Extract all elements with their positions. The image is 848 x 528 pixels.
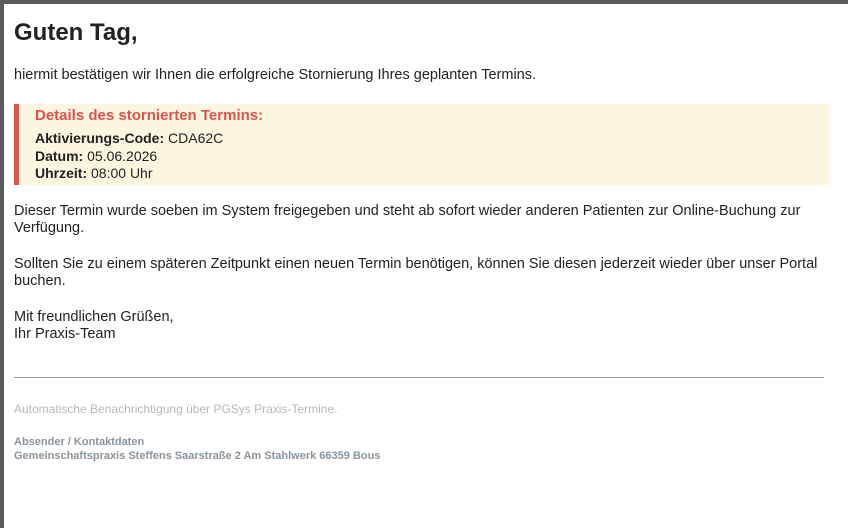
intro-text: hiermit bestätigen wir Ihnen die erfolgr… <box>14 67 537 83</box>
footer-divider <box>14 376 824 378</box>
code-label: Aktivierungs-Code: <box>35 130 165 146</box>
window-frame-top <box>0 0 848 4</box>
greeting-heading: Guten Tag, <box>14 19 138 46</box>
email-body: Guten Tag, hiermit bestätigen wir Ihnen … <box>14 16 829 463</box>
automatic-notification-note: Automatische Benachrichtigung über PGSys… <box>14 401 338 416</box>
cancelled-appointment-details: Details des stornierten Termins: Aktivie… <box>14 104 829 185</box>
detail-row-time: Uhrzeit: 08:00 Uhr <box>35 165 819 183</box>
detail-row-date: Datum: 05.06.2026 <box>35 148 819 166</box>
details-title: Details des stornierten Termins: <box>35 107 264 124</box>
closing-line-2: Ihr Praxis-Team <box>14 326 116 342</box>
window-frame-left <box>0 0 4 528</box>
detail-row-code: Aktivierungs-Code: CDA62C <box>35 130 819 148</box>
time-value: 08:00 Uhr <box>91 165 153 181</box>
closing-line-1: Mit freundlichen Grüßen, <box>14 308 174 325</box>
time-label: Uhrzeit: <box>35 165 88 181</box>
closing: Mit freundlichen Grüßen, Ihr Praxis-Team <box>14 309 824 344</box>
date-label: Datum: <box>35 147 84 164</box>
sender-label: Absender / Kontaktdaten <box>14 435 145 448</box>
rebooking-paragraph: Sollten Sie zu einem späteren Zeitpunkt … <box>14 255 818 290</box>
availability-paragraph: Dieser Termin wurde soeben im System fre… <box>14 202 801 237</box>
date-value: 05.06.2026 <box>87 147 158 164</box>
sender-address: Gemeinschaftspraxis Steffens Saarstraße … <box>14 449 381 462</box>
code-value: CDA62C <box>168 130 224 146</box>
